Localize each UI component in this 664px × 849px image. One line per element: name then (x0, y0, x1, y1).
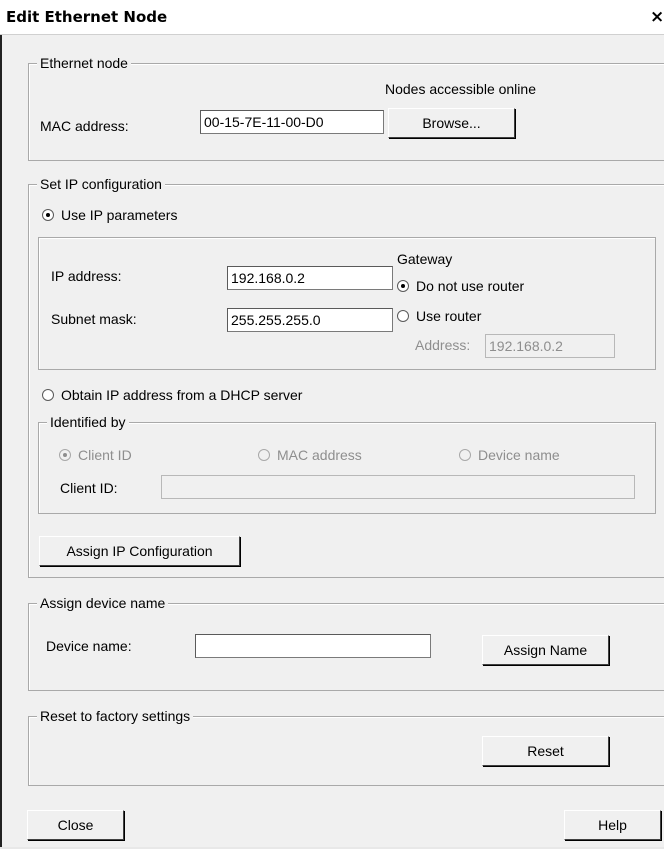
browse-button[interactable]: Browse... (388, 108, 515, 138)
identified-by-group: Identified by Client ID MAC address Devi… (38, 413, 656, 514)
radio-selected-icon (42, 209, 54, 221)
device-name-option-label: Device name (478, 447, 560, 463)
reset-button[interactable]: Reset (482, 736, 609, 766)
edit-ethernet-node-dialog: Edit Ethernet Node × Ethernet node Nodes… (0, 0, 664, 849)
assign-ip-configuration-button[interactable]: Assign IP Configuration (39, 536, 240, 566)
close-button[interactable]: Close (27, 810, 124, 840)
device-name-label: Device name: (46, 638, 132, 654)
dhcp-label: Obtain IP address from a DHCP server (61, 387, 303, 403)
mac-address-option-label: MAC address (277, 447, 362, 463)
window-border-left (0, 0, 2, 849)
use-ip-parameters-label: Use IP parameters (61, 207, 178, 223)
device-name-field[interactable] (195, 634, 431, 658)
subnet-mask-field[interactable]: 255.255.255.0 (227, 308, 393, 332)
radio-selected-icon (397, 280, 409, 292)
ip-address-label: IP address: (51, 268, 122, 284)
ip-address-field[interactable]: 192.168.0.2 (227, 266, 393, 290)
window-title: Edit Ethernet Node (6, 8, 168, 26)
radio-unselected-icon (258, 449, 270, 461)
ethernet-node-legend: Ethernet node (37, 54, 131, 72)
do-not-use-router-label: Do not use router (416, 278, 525, 294)
ip-configuration-group: Set IP configuration Use IP parameters G… (28, 175, 664, 578)
close-icon[interactable]: × (650, 6, 664, 28)
mac-address-field[interactable]: 00-15-7E-11-00-D0 (200, 110, 384, 134)
device-name-group: Assign device name Device name: Assign N… (28, 594, 664, 691)
use-router-label: Use router (416, 308, 482, 324)
ip-parameters-panel: Gateway IP address: 192.168.0.2 Do not u… (38, 237, 656, 370)
subnet-mask-label: Subnet mask: (51, 311, 137, 327)
identified-by-legend: Identified by (47, 413, 129, 431)
factory-reset-legend: Reset to factory settings (37, 707, 194, 725)
assign-name-button[interactable]: Assign Name (482, 635, 609, 665)
radio-unselected-icon (397, 310, 409, 322)
radio-unselected-icon (42, 389, 54, 401)
ip-configuration-legend: Set IP configuration (37, 175, 165, 193)
nodes-online-label: Nodes accessible online (385, 81, 536, 97)
router-address-label: Address: (415, 337, 471, 353)
title-bar[interactable]: Edit Ethernet Node × (0, 0, 664, 35)
mac-address-label: MAC address: (40, 118, 129, 134)
client-id-field[interactable] (161, 475, 635, 499)
client-id-label: Client ID: (60, 480, 118, 496)
router-address-field[interactable]: 192.168.0.2 (485, 334, 615, 358)
factory-reset-group: Reset to factory settings Reset (28, 707, 664, 786)
radio-selected-icon (59, 449, 71, 461)
client-id-option-label: Client ID (78, 447, 132, 463)
device-name-legend: Assign device name (37, 594, 169, 612)
gateway-label: Gateway (397, 251, 453, 267)
ethernet-node-group: Ethernet node Nodes accessible online MA… (28, 54, 664, 161)
radio-unselected-icon (459, 449, 471, 461)
help-button[interactable]: Help (564, 810, 661, 840)
